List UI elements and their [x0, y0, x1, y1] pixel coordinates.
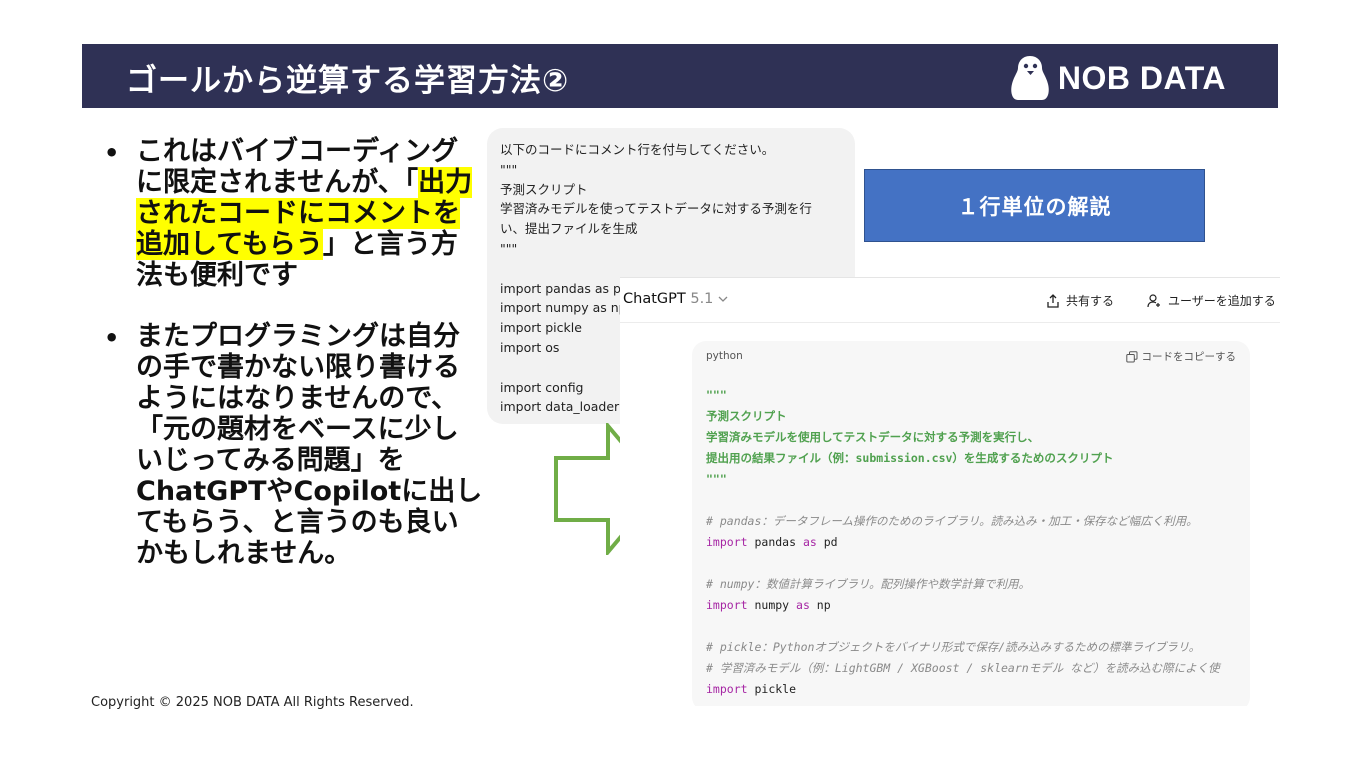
model-version: 5.1: [690, 291, 714, 307]
add-user-label: ユーザーを追加する: [1168, 294, 1276, 308]
code-line: # 学習済みモデル（例：LightGBM / XGBoost / sklearn…: [706, 661, 1220, 675]
code-block: python コードをコピーする """ 予測スクリプト学習済みモデルを使用してテ…: [692, 341, 1250, 706]
code-line: 提出用の結果ファイル（例：submission.csv）を生成するためのスクリプ…: [706, 451, 1114, 465]
chevron-down-icon: [718, 296, 728, 302]
bullet-item: • またプログラミングは自分の手で書かない限り書けるようにはなりませんので、「元…: [104, 321, 484, 569]
code-keyword: import: [706, 682, 748, 696]
bullet-dot: •: [104, 139, 120, 167]
copyright-text: Copyright © 2025 NOB DATA All Rights Res…: [91, 695, 414, 710]
code-keyword: import: [706, 598, 748, 612]
code-identifier: pickle: [747, 682, 797, 696]
model-name: ChatGPT: [623, 291, 686, 307]
code-content: """ 予測スクリプト学習済みモデルを使用してテストデータに対する予測を実行し、提…: [706, 385, 1220, 700]
share-button[interactable]: 共有する: [1046, 292, 1114, 309]
chatgpt-window: ChatGPT 5.1 共有する ユーザーを追加する python コードをコピ…: [620, 277, 1280, 706]
code-line: 学習済みモデルを使用してテストデータに対する予測を実行し、: [706, 430, 1040, 444]
code-line: # pickle：Pythonオブジェクトをバイナリ形式で保存/読み込みするため…: [706, 640, 1201, 654]
prompt-line: い、提出ファイルを生成: [500, 221, 638, 237]
code-identifier: numpy: [747, 598, 797, 612]
prompt-line: 学習済みモデルを使ってテストデータに対する予測を行: [500, 201, 812, 217]
code-line: import pickle: [706, 679, 1220, 700]
bullet-list: • これはバイブコーディングに限定されませんが、「出力されたコードにコメントを追…: [104, 136, 484, 599]
code-identifier: np: [809, 598, 831, 612]
prompt-line: """: [500, 161, 518, 177]
code-line: # pandas：データフレーム操作のためのライブラリ。読み込み・加工・保存など…: [706, 514, 1198, 528]
bullet-text-before: これはバイブコーディングに限定されませんが、「: [136, 136, 459, 198]
copy-code-button[interactable]: コードをコピーする: [1125, 349, 1237, 364]
prompt-line: 予測スクリプト: [500, 181, 588, 197]
prompt-line: 以下のコードにコメント行を付与してください。: [500, 142, 775, 157]
code-keyword: as: [796, 598, 810, 612]
model-selector[interactable]: ChatGPT 5.1: [623, 291, 728, 307]
slide-title: ゴールから逆算する学習方法②: [126, 63, 570, 99]
logo-text: NOB DATA: [1057, 59, 1226, 96]
code-line: import pandas as pd: [706, 532, 1220, 553]
bullet-dot: •: [104, 324, 120, 352]
prompt-line: [500, 259, 812, 279]
copy-code-label: コードをコピーする: [1141, 351, 1237, 363]
code-line: import numpy as np: [706, 595, 1220, 616]
code-language-label: python: [706, 350, 743, 362]
code-line: """: [706, 472, 727, 486]
add-user-button[interactable]: ユーザーを追加する: [1147, 292, 1276, 309]
slide-header: ゴールから逆算する学習方法② NOB DATA: [82, 44, 1278, 108]
share-icon: [1047, 293, 1059, 308]
code-keyword: import: [706, 535, 748, 549]
callout-box: １行単位の解説: [864, 169, 1205, 242]
code-line: """: [706, 388, 727, 402]
code-identifier: pandas: [747, 535, 803, 549]
prompt-line: """: [500, 240, 518, 256]
brand-logo: NOB DATA: [1008, 54, 1226, 102]
code-keyword: as: [802, 535, 817, 549]
code-line: 予測スクリプト: [706, 409, 787, 423]
share-label: 共有する: [1066, 294, 1115, 308]
chat-header: ChatGPT 5.1 共有する ユーザーを追加する: [620, 278, 1280, 323]
bullet-text: またプログラミングは自分の手で書かない限り書けるようにはなりませんので、「元の題…: [136, 321, 483, 569]
code-identifier: pd: [816, 535, 838, 549]
code-line: # numpy：数値計算ライブラリ。配列操作や数学計算で利用。: [706, 577, 1031, 591]
add-user-icon: [1147, 293, 1160, 307]
copy-icon: [1125, 350, 1137, 362]
bullet-item: • これはバイブコーディングに限定されませんが、「出力されたコードにコメントを追…: [104, 136, 484, 291]
penguin-logo-icon: [1011, 56, 1049, 100]
